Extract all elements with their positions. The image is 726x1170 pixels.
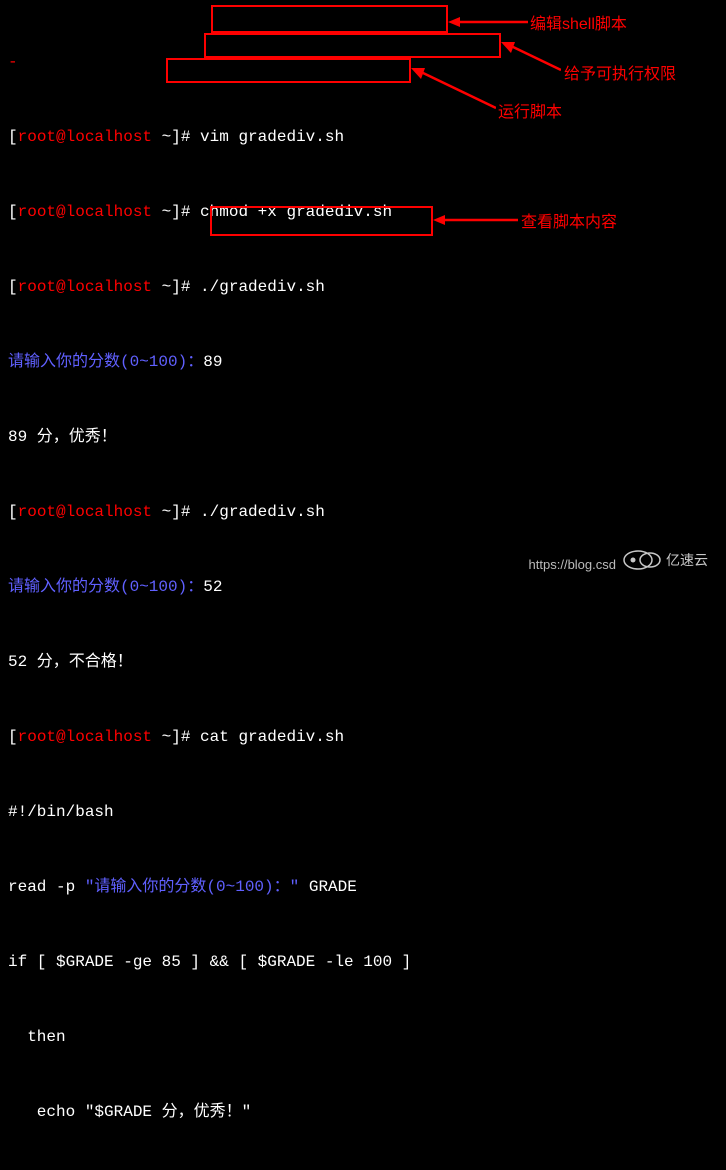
script-then: then — [8, 1028, 66, 1046]
prompt-cn: 请输入你的分数(0~100)： — [8, 578, 203, 596]
script-read-str: "请输入你的分数(0~100)：" — [85, 878, 299, 896]
cmd-chmod: chmod +x gradediv.sh — [200, 203, 392, 221]
script-shebang: #!/bin/bash — [8, 803, 114, 821]
prompt-cn: 请输入你的分数(0~100)： — [8, 353, 203, 371]
annotation-edit-script: 编辑shell脚本 — [530, 12, 627, 37]
prompt: [root@localhost ~]# — [8, 128, 200, 146]
cmd-vim: vim gradediv.sh — [200, 128, 344, 146]
terminal-output: - [root@localhost ~]# vim gradediv.sh [r… — [0, 0, 726, 1170]
prompt: [root@localhost ~]# — [8, 203, 200, 221]
output-89: 89 分，优秀！ — [8, 428, 117, 446]
script-echo1: echo "$GRADE 分，优秀！" — [8, 1103, 251, 1121]
script-if: if [ $GRADE -ge 85 ] && [ $GRADE -le 100… — [8, 953, 411, 971]
cmd-run2: ./gradediv.sh — [200, 503, 325, 521]
cmd-run: ./gradediv.sh — [200, 278, 325, 296]
logo-icon: 亿速云 — [618, 546, 718, 583]
output-52: 52 分，不合格！ — [8, 653, 133, 671]
prompt: [root@localhost ~]# — [8, 278, 200, 296]
prompt: [root@localhost ~]# — [8, 503, 200, 521]
watermark-text: https://blog.csd — [529, 552, 616, 577]
prompt: [root@localhost ~]# — [8, 728, 200, 746]
cmd-cat: cat gradediv.sh — [200, 728, 344, 746]
annotation-cat: 查看脚本内容 — [521, 210, 617, 235]
logo-label: 亿速云 — [666, 552, 708, 568]
annotation-run: 运行脚本 — [498, 100, 562, 125]
annotation-chmod: 给予可执行权限 — [564, 62, 676, 87]
input-52: 52 — [203, 578, 222, 596]
input-89: 89 — [203, 353, 222, 371]
script-read-var: GRADE — [299, 878, 357, 896]
script-read: read -p — [8, 878, 85, 896]
line-fragment: - — [8, 53, 18, 71]
